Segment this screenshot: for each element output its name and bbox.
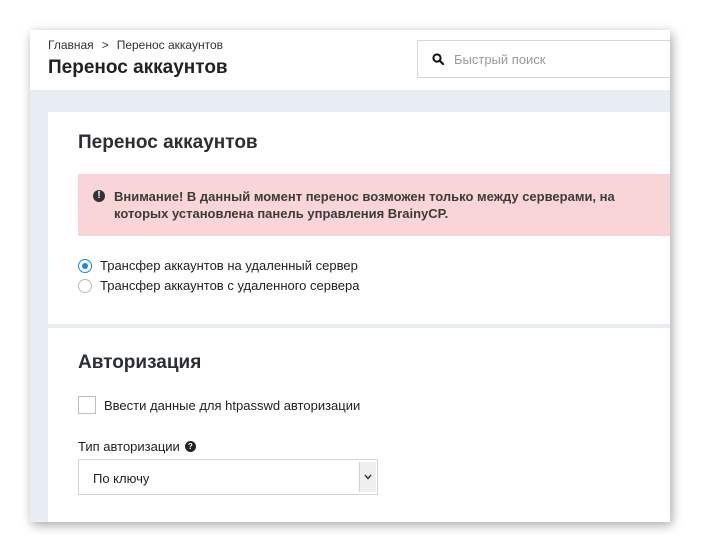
- htpasswd-option[interactable]: Ввести данные для htpasswd авторизации: [78, 396, 360, 414]
- transfer-card: Перенос аккаунтов ! Внимание! В данный м…: [48, 112, 670, 324]
- alert-text-line1: Внимание! В данный момент перенос возмож…: [114, 189, 615, 204]
- radio-option-to-remote[interactable]: Трансфер аккаунтов на удаленный сервер: [78, 258, 358, 273]
- htpasswd-label: Ввести данные для htpasswd авторизации: [104, 397, 361, 413]
- chevron-down-icon[interactable]: [359, 462, 376, 492]
- auth-type-label-row: Тип авторизации ?: [78, 439, 196, 454]
- radio-button-selected[interactable]: [78, 258, 92, 273]
- auth-type-label: Тип авторизации: [78, 439, 180, 454]
- radio-label: Трансфер аккаунтов с удаленного сервера: [100, 278, 360, 293]
- quick-search[interactable]: [417, 40, 670, 78]
- search-icon: [432, 53, 444, 65]
- page-title: Перенос аккаунтов: [48, 57, 228, 78]
- breadcrumb-home-link[interactable]: Главная: [48, 38, 94, 52]
- transfer-section-title: Перенос аккаунтов: [78, 132, 258, 153]
- htpasswd-checkbox[interactable]: [78, 396, 96, 414]
- help-icon[interactable]: ?: [184, 441, 196, 452]
- auth-type-select[interactable]: По ключу: [78, 459, 378, 495]
- breadcrumb-separator: >: [101, 38, 109, 52]
- app-window: Главная > Перенос аккаунтов Перенос аккаун…: [30, 30, 670, 522]
- exclamation-circle-icon: !: [93, 190, 105, 202]
- auth-section-title: Авторизация: [78, 352, 202, 373]
- top-bar: Главная > Перенос аккаунтов Перенос аккаун…: [30, 30, 670, 90]
- radio-button[interactable]: [78, 278, 92, 293]
- search-input[interactable]: [454, 49, 654, 69]
- breadcrumb-current: Перенос аккаунтов: [116, 38, 223, 52]
- alert-text-line2: которых установлена панель управления Br…: [114, 206, 449, 221]
- auth-card: Авторизация Ввести данные для htpasswd а…: [48, 328, 670, 522]
- auth-type-selected-value: По ключу: [93, 471, 150, 486]
- radio-label: Трансфер аккаунтов на удаленный сервер: [100, 258, 358, 273]
- warning-alert: ! Внимание! В данный момент перенос возм…: [78, 174, 670, 236]
- breadcrumb: Главная > Перенос аккаунтов: [48, 38, 223, 52]
- radio-option-from-remote[interactable]: Трансфер аккаунтов с удаленного сервера: [78, 278, 359, 293]
